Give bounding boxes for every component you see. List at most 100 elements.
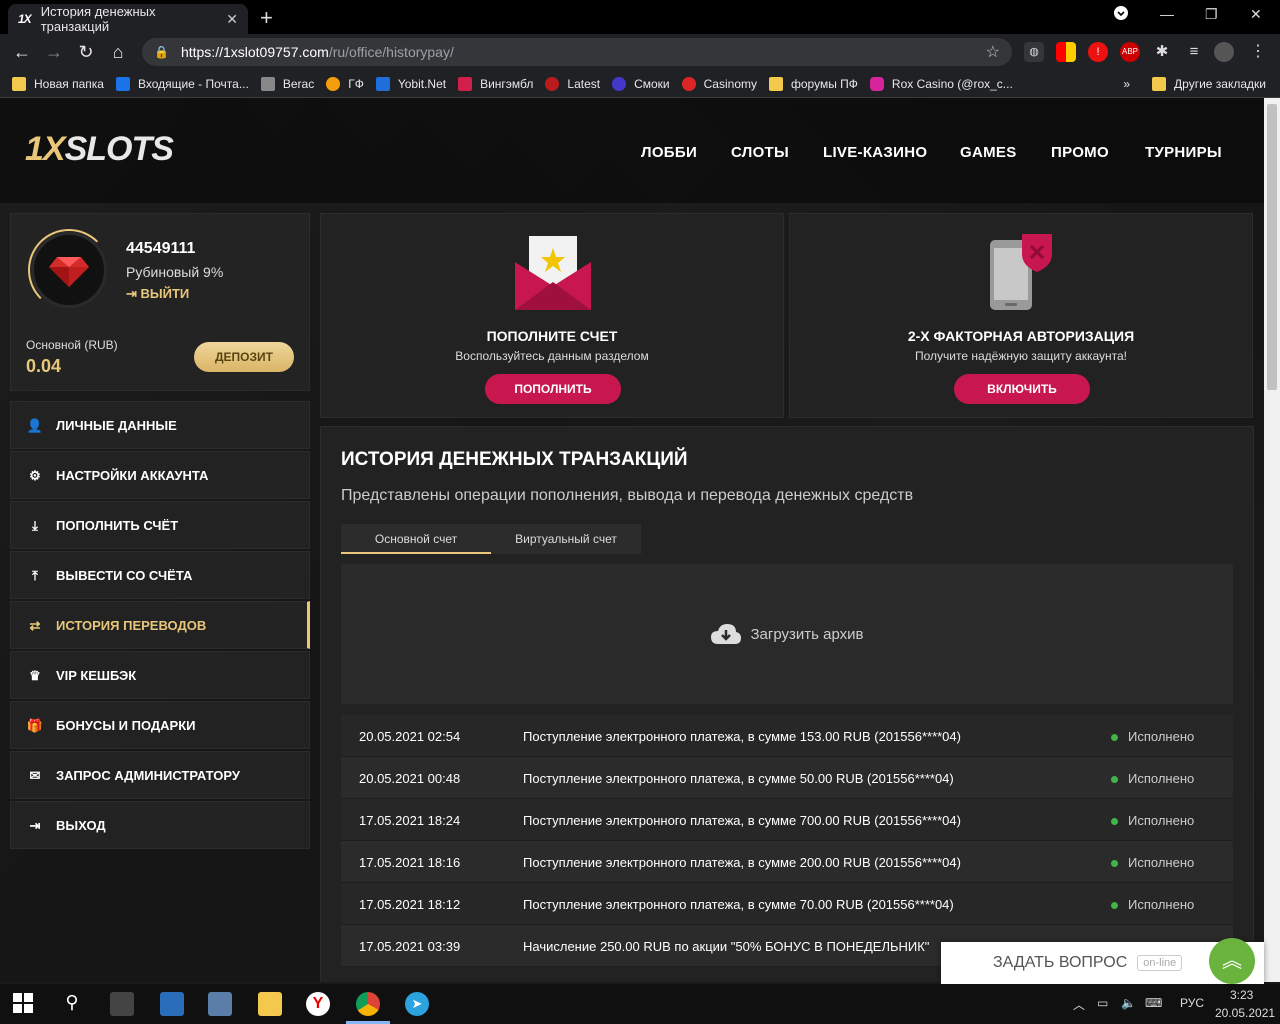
flag-extension-icon[interactable] <box>1056 42 1076 62</box>
home-icon[interactable]: ⌂ <box>102 42 134 63</box>
menu-transfer-history[interactable]: ⇄ ИСТОРИЯ ПЕРЕВОДОВ <box>10 601 310 649</box>
menu-exit[interactable]: ⇥ ВЫХОД <box>10 801 310 849</box>
control-panel-icon[interactable] <box>160 992 184 1016</box>
topup-button[interactable]: ПОПОЛНИТЬ <box>485 374 621 404</box>
file-explorer-icon[interactable] <box>258 992 282 1016</box>
search-icon[interactable]: ⚲ <box>60 992 84 1016</box>
bookmark-item[interactable]: Входящие - Почта... <box>115 76 249 91</box>
deposit-button[interactable]: ДЕПОЗИТ <box>194 342 294 372</box>
tab-virtual-account[interactable]: Виртуальный счет <box>491 524 641 554</box>
bookmark-item[interactable]: Вингэмбл <box>458 76 533 91</box>
other-bookmarks[interactable]: Другие закладки <box>1152 76 1266 91</box>
reload-icon[interactable]: ↻ <box>70 42 102 63</box>
bookmarks-overflow-icon[interactable]: » <box>1123 77 1130 91</box>
puzzle-extension-icon[interactable]: ✱ <box>1152 42 1172 62</box>
balance-value: 0.04 <box>26 356 62 376</box>
folder-icon <box>769 76 783 91</box>
status-badge: Исполнено <box>1111 897 1194 912</box>
site-viewport: 1XSLOTS ЛОББИ СЛОТЫ LIVE-КАЗИНО GAMES ПР… <box>0 98 1264 982</box>
chrome-icon[interactable] <box>356 992 380 1016</box>
menu-account-settings[interactable]: ⚙ НАСТРОЙКИ АККАУНТА <box>10 451 310 499</box>
clock-date[interactable]: 20.05.2021 <box>1215 1006 1275 1020</box>
close-window-icon[interactable]: ✕ <box>1250 6 1262 23</box>
gift-icon: 🎁 <box>26 718 44 733</box>
bookmark-item[interactable]: Rox Casino (@rox_c... <box>869 76 1013 91</box>
address-bar[interactable]: 🔒 https://1xslot09757.com/ru/office/hist… <box>142 38 1012 66</box>
windows-start-icon[interactable] <box>12 992 36 1016</box>
promo-2fa-card: 2-Х ФАКТОРНАЯ АВТОРИЗАЦИЯ Получите надёж… <box>789 213 1253 418</box>
menu-admin-request[interactable]: ✉ ЗАПРОС АДМИНИСТРАТОРУ <box>10 751 310 799</box>
nav-promo[interactable]: ПРОМО <box>1051 144 1109 161</box>
transaction-history-panel: ИСТОРИЯ ДЕНЕЖНЫХ ТРАНЗАКЦИЙ Представлены… <box>320 426 1254 982</box>
bookmark-item[interactable]: Berac <box>260 76 314 91</box>
bookmark-item[interactable]: форумы ПФ <box>769 76 858 91</box>
promo-2fa-subtitle: Получите надёжную защиту аккаунта! <box>914 349 1127 363</box>
bookmark-star-icon[interactable]: ☆ <box>986 42 1000 62</box>
promo-deposit-subtitle: Воспользуйтесь данным разделом <box>455 349 649 363</box>
promo-2fa-title: 2-Х ФАКТОРНАЯ АВТОРИЗАЦИЯ <box>907 328 1135 344</box>
balance-label: Основной (RUB) <box>26 338 118 352</box>
telegram-icon[interactable]: ➤ <box>405 992 429 1016</box>
folder-icon <box>12 76 26 91</box>
menu-bonuses[interactable]: 🎁 БОНУСЫ И ПОДАРКИ <box>10 701 310 749</box>
minimize-icon[interactable]: — <box>1160 6 1174 22</box>
logout-link[interactable]: ⇥ ВЫЙТИ <box>126 286 189 302</box>
tab-main-account[interactable]: Основной счет <box>341 524 491 554</box>
tray-chevron-icon[interactable]: ︿ <box>1073 996 1085 1013</box>
new-tab-icon[interactable]: + <box>260 5 273 31</box>
promo-deposit-card: ПОПОЛНИТЕ СЧЕТ Воспользуйтесь данным раз… <box>320 213 784 418</box>
close-tab-icon[interactable]: ✕ <box>226 11 238 28</box>
bookmark-item[interactable]: Смоки <box>612 76 670 91</box>
enable-2fa-button[interactable]: ВКЛЮЧИТЬ <box>954 374 1090 404</box>
globe-extension-icon[interactable]: ◍ <box>1024 42 1044 62</box>
network-icon[interactable]: ▭ <box>1097 996 1108 1010</box>
nav-lobby[interactable]: ЛОББИ <box>641 144 697 161</box>
transfer-icon: ⇄ <box>29 618 41 633</box>
back-icon[interactable]: ← <box>6 42 38 63</box>
menu-dots-icon[interactable]: ⋮ <box>1248 42 1268 62</box>
gears-icon: ⚙ <box>29 468 41 483</box>
ask-question-widget[interactable]: ЗАДАТЬ ВОПРОС on-line ︽ <box>941 938 1264 984</box>
table-row: 17.05.2021 18:24 Поступление электронного… <box>341 799 1233 841</box>
menu-vip-cashback[interactable]: ♛ VIP КЕШБЭК <box>10 651 310 699</box>
status-badge: Исполнено <box>1111 729 1194 744</box>
nav-tournaments[interactable]: ТУРНИРЫ <box>1145 144 1222 161</box>
scrollbar-thumb[interactable] <box>1267 104 1277 390</box>
nav-live-casino[interactable]: LIVE-КАЗИНО <box>823 144 927 161</box>
download-icon: ⤓ <box>32 518 38 533</box>
profile-menu-icon[interactable] <box>1114 6 1128 23</box>
avatar-icon[interactable] <box>1214 42 1234 62</box>
download-archive-button[interactable]: Загрузить архив <box>341 564 1233 704</box>
browser-tab-bar: 1X История денежных транзакций ✕ + — ❐ ✕ <box>0 0 1280 34</box>
nav-slots[interactable]: СЛОТЫ <box>731 144 789 161</box>
status-dot-icon <box>1111 818 1118 826</box>
clock-time[interactable]: 3:23 <box>1230 988 1253 1002</box>
maximize-icon[interactable]: ❐ <box>1205 6 1218 23</box>
bookmark-item[interactable]: ГФ <box>326 76 364 91</box>
alert-extension-icon[interactable]: ! <box>1088 42 1108 62</box>
bookmark-item[interactable]: Новая папка <box>12 76 104 91</box>
url-host: https://1xslot09757.com <box>180 44 329 60</box>
nav-games[interactable]: GAMES <box>960 144 1017 161</box>
bookmark-item[interactable]: Latest <box>545 76 600 91</box>
scroll-up-icon[interactable]: ︽ <box>1209 938 1255 984</box>
adblock-extension-icon[interactable]: ABP <box>1120 42 1140 62</box>
mail-icon <box>115 76 130 91</box>
site-logo[interactable]: 1XSLOTS <box>25 130 174 169</box>
menu-withdraw[interactable]: ⤒ ВЫВЕСТИ СО СЧЁТА <box>10 551 310 599</box>
table-row: 20.05.2021 02:54 Поступление электронного… <box>341 715 1233 757</box>
volume-icon[interactable]: 🔈 <box>1121 996 1136 1010</box>
menu-deposit[interactable]: ⤓ ПОПОЛНИТЬ СЧЁТ <box>10 501 310 549</box>
browser-tab[interactable]: 1X История денежных транзакций ✕ <box>8 4 248 34</box>
calculator-icon[interactable] <box>208 992 232 1016</box>
forward-icon[interactable]: → <box>38 42 70 63</box>
video-editor-icon[interactable] <box>110 992 134 1016</box>
keyboard-icon[interactable]: ⌨ <box>1145 996 1162 1010</box>
bookmark-item[interactable]: Yobit.Net <box>375 76 446 91</box>
yandex-browser-icon[interactable]: Y <box>306 992 330 1016</box>
menu-personal-data[interactable]: 👤 ЛИЧНЫЕ ДАННЫЕ <box>10 401 310 449</box>
language-indicator[interactable]: РУС <box>1180 996 1204 1010</box>
bookmark-item[interactable]: Casinomy <box>681 76 757 91</box>
playlist-icon[interactable]: ≡ <box>1184 42 1204 62</box>
user-rank: Рубиновый 9% <box>126 264 224 280</box>
